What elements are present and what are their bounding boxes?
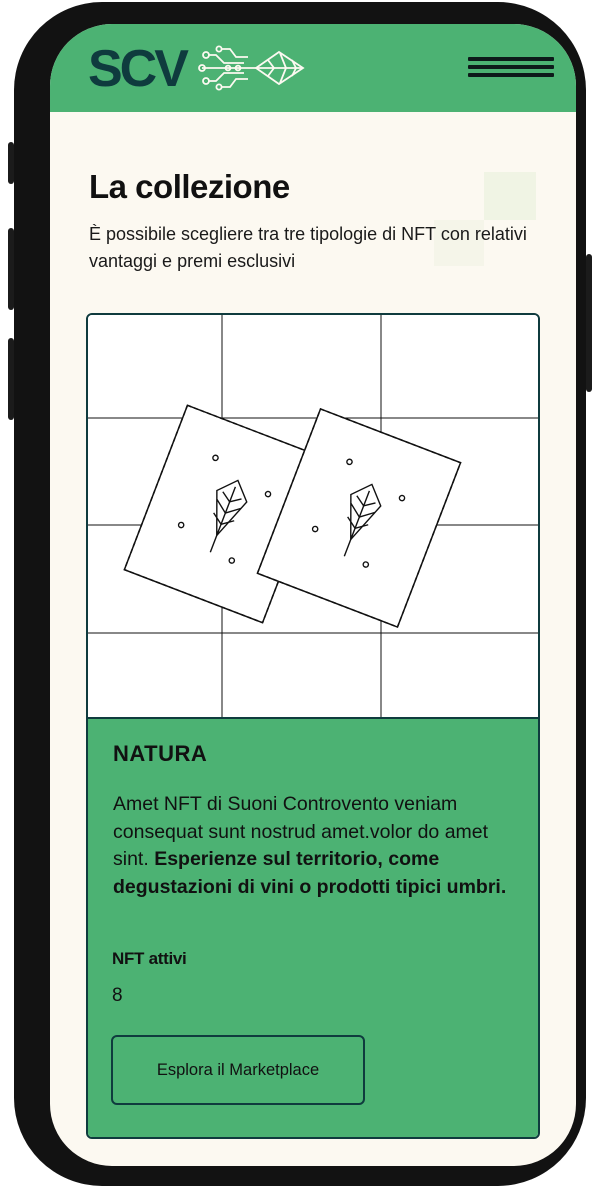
hamburger-icon-line xyxy=(468,57,554,61)
leaf-circuit-logo-icon xyxy=(198,45,305,91)
decorative-pixel xyxy=(484,172,536,220)
screen: SCV La collezione È possibile scegliere … xyxy=(50,24,576,1166)
page-title: La collezione xyxy=(89,168,290,205)
phone-side-button xyxy=(8,142,14,184)
phone-frame: SCV La collezione È possibile scegliere … xyxy=(8,2,592,1186)
menu-button[interactable] xyxy=(466,54,558,80)
phone-volume-down xyxy=(8,338,14,420)
logo-text[interactable]: SCV xyxy=(88,39,189,99)
card-description: Amet NFT di Suoni Controvento veniam con… xyxy=(113,791,513,901)
card-body: NATURA Amet NFT di Suoni Controvento ven… xyxy=(88,717,538,1137)
hamburger-icon-line xyxy=(468,73,554,77)
stamp-leaf-icon xyxy=(88,315,538,717)
phone-power-button xyxy=(586,254,592,392)
card-title: NATURA xyxy=(113,741,208,766)
page-subtitle: È possibile scegliere tra tre tipologie … xyxy=(89,224,527,271)
nft-collection-card: NATURA Amet NFT di Suoni Controvento ven… xyxy=(86,313,540,1139)
card-image xyxy=(88,315,538,717)
hamburger-icon-line xyxy=(468,65,554,69)
nft-active-label: NFT attivi xyxy=(112,949,187,968)
phone-volume-up xyxy=(8,228,14,310)
site-header: SCV xyxy=(50,24,576,112)
card-description-highlight: Esperienze sul territorio, come degustaz… xyxy=(113,848,507,898)
nft-active-count: 8 xyxy=(112,985,123,1006)
explore-marketplace-button[interactable]: Esplora il Marketplace xyxy=(111,1035,365,1105)
